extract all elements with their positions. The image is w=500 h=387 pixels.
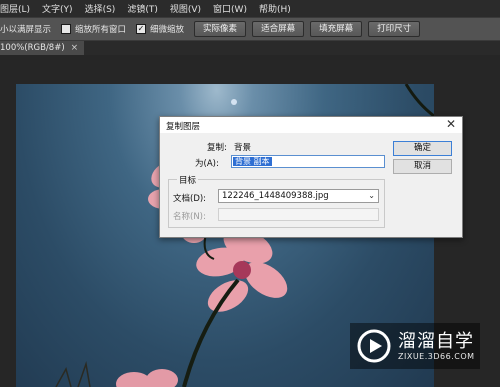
menu-window[interactable]: 窗口(W) <box>213 2 247 15</box>
document-select[interactable]: 122246_1448409388.jpg ⌄ <box>218 189 379 203</box>
chevron-down-icon[interactable]: ⌄ <box>368 190 375 202</box>
document-label: 文档(D): <box>173 194 207 204</box>
scrubby-zoom-label: 细微缩放 <box>150 25 185 35</box>
document-select-value: 122246_1448409388.jpg <box>222 191 329 201</box>
scroll-all-label: 小以满屏显示 <box>0 25 52 35</box>
menu-view[interactable]: 视图(V) <box>170 2 201 15</box>
document-tab-title: 100%(RGB/8#) <box>0 43 65 53</box>
play-logo-icon <box>357 329 391 363</box>
dialog-titlebar <box>160 117 462 133</box>
document-name-input <box>218 208 379 221</box>
close-icon[interactable]: × <box>71 41 79 55</box>
menu-layer[interactable]: 图层(L) <box>0 2 30 15</box>
target-legend: 目标 <box>177 174 199 186</box>
ok-button[interactable]: 确定 <box>393 141 452 156</box>
menu-help[interactable]: 帮助(H) <box>259 2 291 15</box>
duplicate-layer-dialog: 复制图层 ✕ 复制: 背景 为(A): 背景 副本 目标 文档(D): 1222… <box>159 116 463 238</box>
cancel-button[interactable]: 取消 <box>393 159 452 174</box>
source-layer-value: 背景 <box>234 143 252 153</box>
print-size-button[interactable]: 打印尺寸 <box>368 21 421 37</box>
menu-bar: 图层(L) 文字(Y) 选择(S) 滤镜(T) 视图(V) 窗口(W) 帮助(H… <box>0 0 500 17</box>
source-label: 复制: <box>207 143 227 153</box>
actual-pixels-button[interactable]: 实际像素 <box>194 21 247 37</box>
watermark-title: 溜溜自学 <box>398 330 474 352</box>
fill-screen-button[interactable]: 填充屏幕 <box>310 21 363 37</box>
watermark: 溜溜自学 ZIXUE.3D66.COM <box>350 323 480 369</box>
layer-name-value: 背景 副本 <box>233 157 272 166</box>
as-label: 为(A): <box>195 159 219 169</box>
scrubby-zoom-option[interactable]: ✓ 细微缩放 <box>136 23 184 35</box>
fit-screen-button[interactable]: 适合屏幕 <box>252 21 305 37</box>
document-tab[interactable]: 100%(RGB/8#) × <box>0 41 85 55</box>
scrubby-zoom-checkbox[interactable]: ✓ <box>136 24 147 34</box>
zoom-all-windows-label: 缩放所有窗口 <box>75 25 127 35</box>
dialog-title: 复制图层 <box>166 122 201 132</box>
watermark-url: ZIXUE.3D66.COM <box>398 351 475 361</box>
zoom-all-windows-checkbox[interactable] <box>61 24 72 34</box>
document-tab-bar: 100%(RGB/8#) × <box>0 41 500 55</box>
dialog-close-icon[interactable]: ✕ <box>446 117 456 131</box>
menu-filter[interactable]: 滤镜(T) <box>127 2 158 15</box>
zoom-all-windows-option[interactable]: 缩放所有窗口 <box>61 23 126 35</box>
layer-name-input[interactable]: 背景 副本 <box>231 155 385 168</box>
name-label: 名称(N): <box>173 212 206 222</box>
menu-type[interactable]: 文字(Y) <box>42 2 73 15</box>
scroll-all-option[interactable]: 小以满屏显示 <box>0 23 51 35</box>
menu-select[interactable]: 选择(S) <box>85 2 116 15</box>
options-bar: 小以满屏显示 缩放所有窗口 ✓ 细微缩放 实际像素 适合屏幕 填充屏幕 打印尺寸 <box>0 17 500 41</box>
